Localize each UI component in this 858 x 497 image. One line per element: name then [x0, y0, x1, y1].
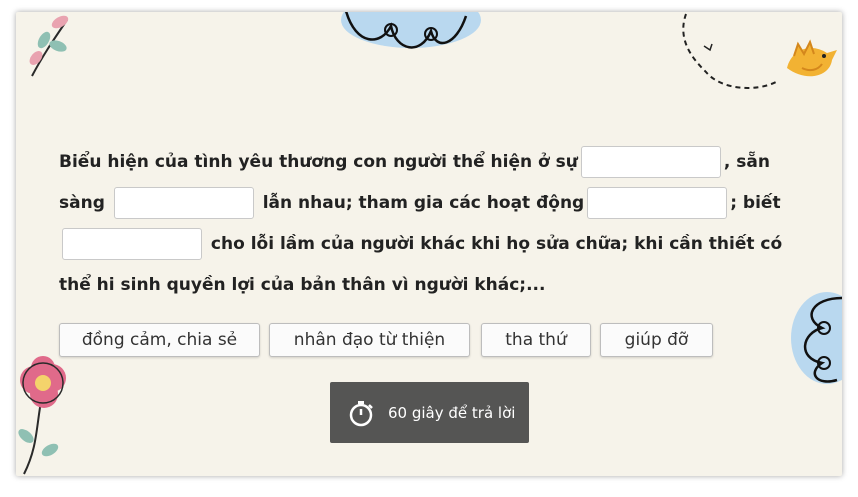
- question-segment: ; biết: [730, 193, 781, 213]
- cloud-scribble-decoration: [341, 12, 481, 49]
- timer-badge: 60 giây để trả lời: [330, 382, 529, 443]
- dashed-path-decoration: [682, 13, 777, 89]
- bird-decoration: [787, 39, 837, 77]
- answer-blank-2[interactable]: [113, 187, 254, 219]
- answer-blank-3[interactable]: [587, 187, 728, 219]
- option-giup-do[interactable]: giúp đỡ: [600, 323, 713, 357]
- option-nhan-dao-tu-thien[interactable]: nhân đạo từ thiện: [269, 323, 470, 357]
- option-dong-cam-chia-se[interactable]: đồng cảm, chia sẻ: [59, 323, 260, 357]
- question-text: Biểu hiện của tình yêu thương con người …: [59, 142, 811, 306]
- stopwatch-icon: [349, 400, 373, 426]
- timer-label: 60 giây để trả lời: [388, 403, 516, 422]
- question-segment: lẫn nhau; tham gia các hoạt động: [262, 193, 585, 213]
- option-tha-thu[interactable]: tha thứ: [481, 323, 591, 357]
- answer-blank-1[interactable]: [580, 146, 721, 178]
- answer-blank-4[interactable]: [62, 228, 202, 260]
- leaf-sprig-decoration: [29, 15, 69, 77]
- question-segment: Biểu hiện của tình yêu thương con người …: [59, 152, 578, 172]
- flower-decoration: [18, 356, 66, 475]
